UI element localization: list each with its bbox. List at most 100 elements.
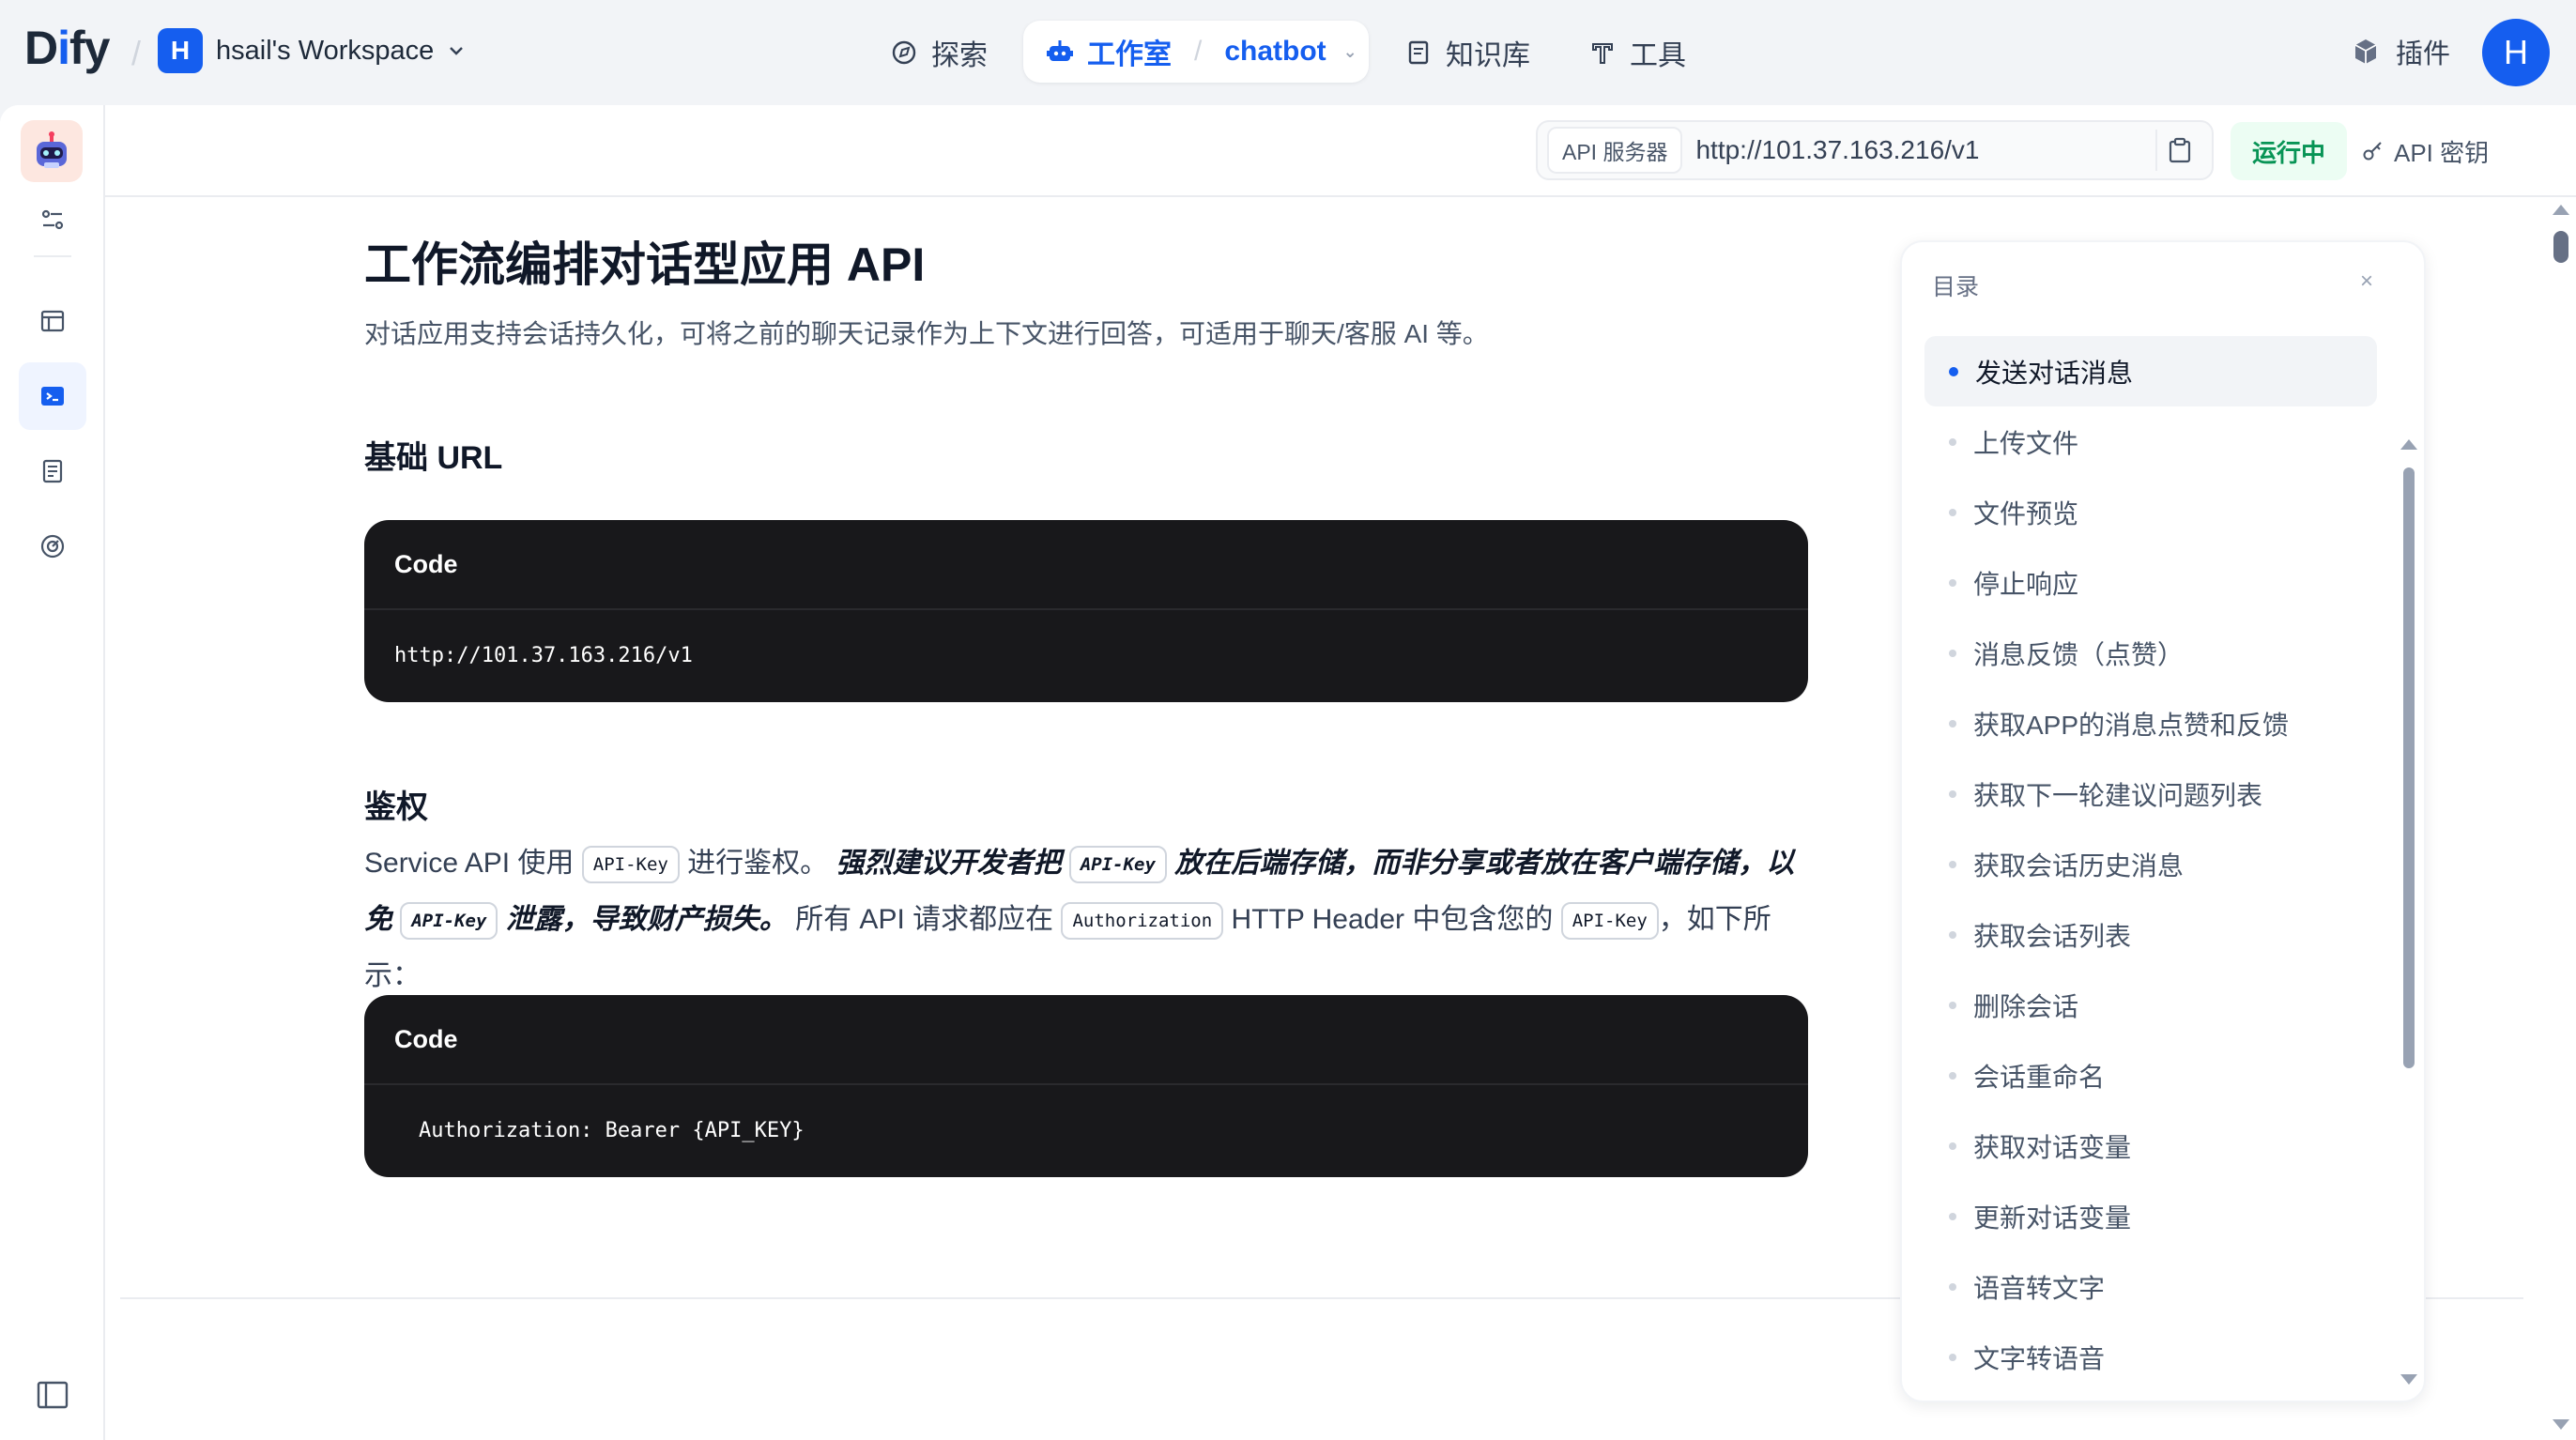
nav-explore[interactable]: 探索 [890,24,988,81]
running-status-badge: 运行中 [2231,122,2347,180]
collapse-sidebar-button[interactable] [19,1361,86,1429]
rail-divider [34,255,71,257]
toc-item[interactable]: 获取对话变量 [1924,1111,2377,1181]
code-label: Code [364,995,1808,1085]
compass-icon [892,40,916,65]
nav-knowledge-label: 知识库 [1446,40,1530,71]
chevron-down-icon[interactable]: ⌄ [1343,42,1357,62]
page-description: 对话应用支持会话持久化，可将之前的聊天记录作为上下文进行回答，可适用于聊天/客服… [364,319,1489,348]
dify-logo[interactable]: Dify [24,21,110,75]
toc-item[interactable]: 获取会话历史消息 [1924,829,2377,899]
nav-knowledge[interactable]: 知识库 [1404,24,1530,81]
key-icon [2363,142,2382,161]
api-key-label: API 密钥 [2394,138,2490,167]
bullet-icon [1949,930,1956,939]
bullet-icon [1949,719,1956,728]
code-block-base-url: Code http://101.37.163.216/v1 [364,520,1808,702]
bullet-icon [1949,649,1956,657]
toc-item[interactable]: 发送对话消息 [1924,336,2377,406]
plugins-button[interactable]: 插件 [2351,32,2450,71]
main-panel: API 服务器 http://101.37.163.216/v1 运行中 API… [0,105,2576,1440]
bullet-icon [1949,366,1958,376]
app-icon[interactable] [21,120,83,182]
nav-separator: / [1194,36,1203,67]
bullet-icon [1949,1212,1956,1220]
window-icon [40,310,65,332]
close-icon[interactable]: × [2360,268,2373,295]
toc-item[interactable]: 更新对话变量 [1924,1181,2377,1251]
nav-tools[interactable]: 工具 [1588,24,1686,81]
app-sidebar [0,105,105,1440]
nav-tools-label: 工具 [1630,40,1686,71]
toc-scrollbar-thumb[interactable] [2403,467,2415,1068]
scroll-down-arrow-icon[interactable] [2400,1374,2417,1385]
inline-code: API-Key [1068,846,1167,884]
nav-studio-label: 工作室 [1087,39,1172,70]
top-navigation: Dify / H hsail's Workspace 探索 工作室 / chat… [0,0,2576,105]
bullet-icon [1949,1141,1956,1150]
toc-item[interactable]: 获取下一轮建议问题列表 [1924,758,2377,829]
bullet-icon [1949,578,1956,587]
nav-studio[interactable]: 工作室 / chatbot ⌄ [1023,21,1369,83]
bullet-icon [1949,1353,1956,1361]
sidebar-toggle-icon [37,1381,69,1409]
copy-button[interactable] [2155,130,2202,171]
toc-item[interactable]: 获取会话列表 [1924,899,2377,970]
bullet-icon [1949,1071,1956,1080]
page-scroll-down-arrow-icon[interactable] [2553,1419,2569,1430]
user-avatar[interactable]: H [2482,19,2550,86]
robot-icon [1047,40,1073,61]
hammer-icon [1592,43,1613,64]
toc-item[interactable]: 文字转语音 [1924,1322,2377,1392]
code-content[interactable]: Authorization: Bearer {API_KEY} [364,1085,1808,1175]
chevron-down-icon [450,47,464,55]
workspace-switcher[interactable]: H hsail's Workspace [158,28,466,73]
api-access-icon[interactable] [19,362,86,430]
toc-item[interactable]: 获取APP的消息点赞和反馈 [1924,688,2377,758]
inline-code: API-Key [1560,902,1659,941]
breadcrumb-separator: / [131,34,142,72]
base-url-heading: 基础 URL [364,440,503,476]
auth-heading: 鉴权 [364,789,428,825]
workspace-avatar: H [158,28,203,73]
bullet-icon [1949,508,1956,516]
clipboard-icon [2169,137,2191,163]
toc-item[interactable]: 语音转文字 [1924,1251,2377,1322]
toc-item[interactable]: 停止响应 [1924,547,2377,618]
overview-icon[interactable] [19,287,86,355]
current-app-name[interactable]: chatbot [1224,36,1326,68]
orchestrate-icon[interactable] [19,186,86,253]
page-scroll-up-arrow-icon[interactable] [2553,205,2569,215]
inline-code: Authorization [1061,902,1224,941]
toc-list: 发送对话消息 上传文件 文件预览 停止响应 消息反馈（点赞） 获取APP的消息点… [1924,336,2377,1392]
plugins-label: 插件 [2396,39,2451,69]
auth-paragraph: Service API 使用 API-Key 进行鉴权。 强烈建议开发者把 AP… [364,846,1795,991]
logs-icon[interactable] [19,437,86,505]
cube-icon [2354,39,2377,64]
code-content[interactable]: http://101.37.163.216/v1 [364,610,1808,700]
toc-title: 目录 [1932,274,1980,300]
bullet-icon [1949,1282,1956,1291]
toc-item[interactable]: 会话重命名 [1924,1040,2377,1111]
api-server-url: http://101.37.163.216/v1 [1695,135,1980,164]
code-block-authorization: Code Authorization: Bearer {API_KEY} [364,995,1808,1177]
scroll-up-arrow-icon[interactable] [2400,439,2417,450]
monitoring-icon[interactable] [19,513,86,580]
page-scrollbar-thumb[interactable] [2553,231,2568,263]
inline-code: API-Key [581,846,680,884]
bullet-icon [1949,437,1956,446]
table-of-contents: 目录 × 发送对话消息 上传文件 文件预览 停止响应 消息反馈（点赞） 获取AP… [1900,240,2426,1402]
bullet-icon [1949,789,1956,798]
api-key-button[interactable]: API 密钥 [2362,122,2489,180]
inline-code: API-Key [400,902,498,941]
toc-item[interactable]: 删除会话 [1924,970,2377,1040]
workspace-name: hsail's Workspace [216,35,435,66]
api-header-bar: API 服务器 http://101.37.163.216/v1 运行中 API… [105,105,2576,197]
sliders-icon [41,209,64,230]
toc-item[interactable]: 上传文件 [1924,406,2377,477]
toc-item[interactable]: 消息反馈（点赞） [1924,618,2377,688]
code-label: Code [364,520,1808,610]
toc-item[interactable]: 文件预览 [1924,477,2377,547]
book-icon [1408,40,1429,65]
bullet-icon [1949,860,1956,868]
